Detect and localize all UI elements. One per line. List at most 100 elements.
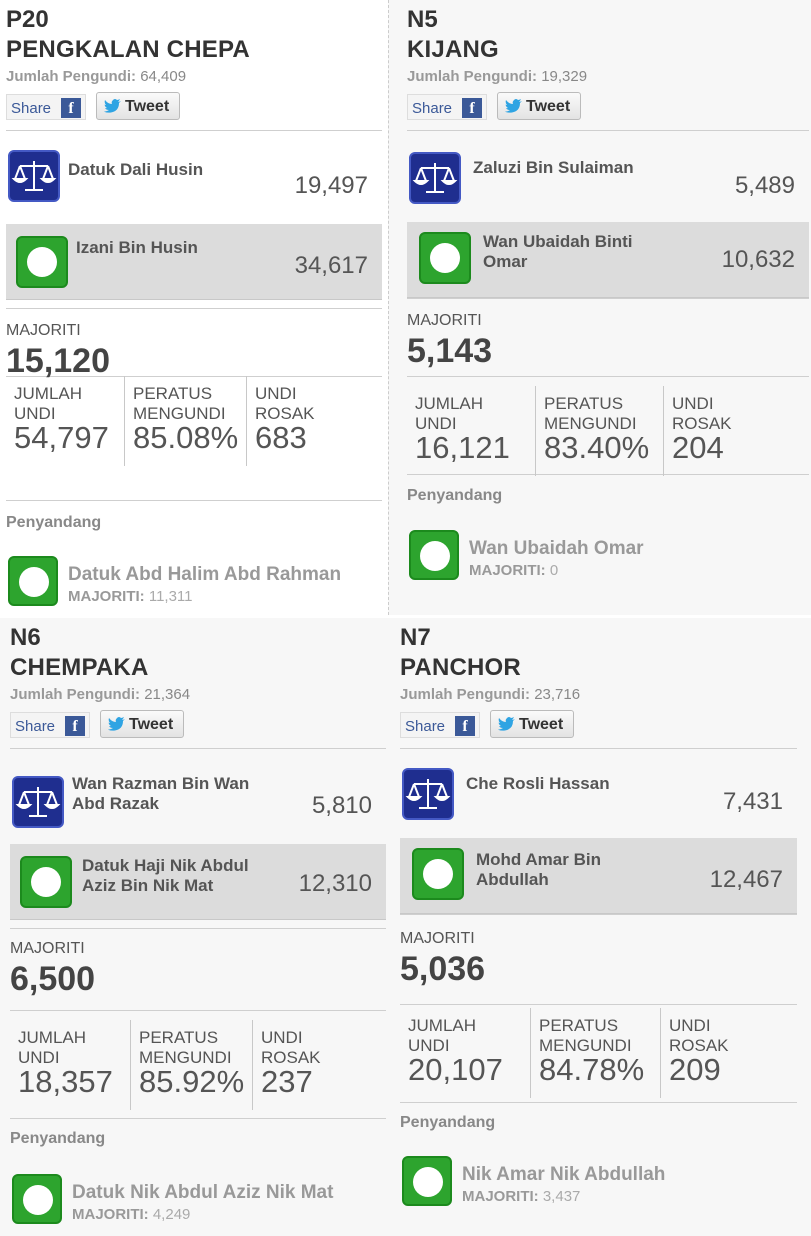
candidate-row: Che Rosli Hassan 7,431 — [400, 758, 797, 834]
candidate-name: Wan Ubaidah Binti Omar — [483, 232, 633, 272]
tweet-button[interactable]: Tweet — [497, 92, 581, 120]
facebook-icon: f — [61, 98, 81, 118]
stat-label-line: JUMLAH — [14, 384, 83, 403]
result-card-n5: N5 KIJANG Jumlah Pengundi: 19,329 Share f Twe… — [388, 0, 811, 615]
tweet-button[interactable]: Tweet — [96, 92, 180, 120]
majority-label: MAJORITI — [6, 322, 81, 339]
stat-label: PERATUS MENGUNDI — [539, 1016, 632, 1056]
candidate-votes: 34,617 — [294, 252, 368, 279]
incumbent-label: Penyandang — [400, 1114, 496, 1131]
stat-label-line: PERATUS — [539, 1016, 619, 1035]
divider — [10, 928, 386, 929]
share-row: Share f Tweet — [400, 710, 600, 740]
pas-moon-logo-icon — [402, 1156, 452, 1206]
winning-candidate-row: Datuk Haji Nik Abdul Aziz Bin Nik Mat 12,3… — [10, 844, 386, 920]
share-label: Share — [15, 718, 56, 735]
incumbent-name: Datuk Nik Abdul Aziz Nik Mat — [72, 1182, 334, 1203]
candidate-name-line: Wan Ubaidah Binti — [483, 232, 633, 251]
twitter-bird-icon — [504, 99, 523, 113]
majority-label: MAJORITI — [407, 312, 482, 329]
stat-value: 683 — [255, 420, 307, 455]
facebook-share-button[interactable]: Share f — [10, 712, 90, 738]
incumbent-label: Penyandang — [10, 1130, 106, 1147]
candidate-votes: 10,632 — [721, 246, 795, 273]
candidate-name: Datuk Dali Husin — [68, 160, 203, 180]
majority-value: 6,500 — [10, 960, 96, 998]
candidate-row: Datuk Dali Husin 19,497 — [6, 140, 382, 216]
stat-percent: PERATUS MENGUNDI 85.08% — [124, 376, 246, 466]
stat-label: UNDI ROSAK — [255, 384, 315, 424]
candidate-name-line: Datuk Haji Nik Abdul — [82, 856, 249, 875]
stat-total: JUMLAH UNDI 54,797 — [6, 376, 124, 466]
stat-value: 54,797 — [14, 420, 109, 455]
constituency-code: P20 — [6, 6, 49, 33]
voters-label: Jumlah Pengundi: — [400, 686, 531, 703]
stat-label: JUMLAH UNDI — [408, 1016, 476, 1056]
candidate-name-line: Abd Razak — [72, 794, 159, 813]
tweet-button[interactable]: Tweet — [490, 710, 574, 738]
stat-label-line: JUMLAH — [415, 394, 484, 413]
divider — [6, 130, 382, 131]
pas-moon-logo-icon — [8, 556, 58, 606]
stat-label-line: PERATUS — [133, 384, 213, 403]
constituency-code: N6 — [10, 624, 41, 651]
pas-moon-logo-icon — [419, 232, 471, 284]
divider — [6, 500, 382, 501]
constituency-code: N5 — [407, 6, 438, 33]
stat-label-line: PERATUS — [544, 394, 624, 413]
divider — [400, 1102, 797, 1103]
stat-label-line: UNDI — [669, 1016, 711, 1035]
facebook-icon: f — [455, 716, 475, 736]
facebook-share-button[interactable]: Share f — [407, 94, 487, 120]
candidate-row: Wan Razman Bin Wan Abd Razak 5,810 — [10, 766, 386, 842]
tweet-label: Tweet — [526, 98, 571, 115]
facebook-icon: f — [462, 98, 482, 118]
constituency-name: KIJANG — [407, 36, 499, 63]
candidate-votes: 5,810 — [311, 792, 372, 819]
stat-label-line: UNDI — [261, 1028, 303, 1047]
incumbent-majority: MAJORITI: 0 — [469, 562, 558, 579]
candidate-name-line: Aziz Bin Nik Mat — [82, 876, 214, 895]
candidate-name-line: Omar — [483, 252, 528, 271]
share-row: Share f Tweet — [10, 710, 210, 740]
majority-value: 5,036 — [400, 950, 486, 988]
stat-total: JUMLAH UNDI 20,107 — [400, 1008, 530, 1098]
divider — [400, 748, 797, 749]
stat-value: 85.92% — [139, 1064, 245, 1099]
candidate-votes: 5,489 — [734, 172, 795, 199]
winning-candidate-row: Wan Ubaidah Binti Omar 10,632 — [407, 222, 809, 298]
voters-label: Jumlah Pengundi: — [407, 68, 538, 85]
share-label: Share — [405, 718, 446, 735]
stat-label-line: PERATUS — [139, 1028, 219, 1047]
candidate-name-line: Mohd Amar Bin — [476, 850, 601, 869]
result-card-p20: P20 PENGKALAN CHEPA Jumlah Pengundi: 64,40… — [0, 0, 388, 615]
incumbent-label: Penyandang — [407, 487, 503, 504]
stat-spoilt: UNDI ROSAK 237 — [252, 1020, 382, 1110]
incumbent-majority-label: MAJORITI: — [469, 562, 546, 579]
twitter-bird-icon — [497, 717, 516, 731]
stat-value: 204 — [672, 430, 724, 465]
facebook-share-button[interactable]: Share f — [6, 94, 86, 120]
incumbent-majority-label: MAJORITI: — [72, 1206, 149, 1223]
divider — [6, 308, 382, 309]
tweet-label: Tweet — [519, 716, 564, 733]
stat-spoilt: UNDI ROSAK 209 — [660, 1008, 790, 1098]
divider — [10, 1118, 386, 1119]
candidate-name-line: Datuk Dali Husin — [68, 160, 204, 179]
candidate-name: Datuk Haji Nik Abdul Aziz Bin Nik Mat — [82, 856, 249, 896]
divider — [407, 298, 809, 299]
facebook-share-button[interactable]: Share f — [400, 712, 480, 738]
tweet-label: Tweet — [129, 716, 174, 733]
stat-label: JUMLAH UNDI — [18, 1028, 86, 1068]
pas-moon-logo-icon — [16, 236, 68, 288]
bn-scales-logo-icon — [402, 768, 454, 820]
stat-value: 237 — [261, 1064, 313, 1099]
winning-candidate-row: Mohd Amar Bin Abdullah 12,467 — [400, 838, 797, 914]
tweet-button[interactable]: Tweet — [100, 710, 184, 738]
candidate-name-line: Che Rosli Hassan — [466, 774, 610, 793]
registered-voters: Jumlah Pengundi: 21,364 — [10, 686, 190, 703]
voters-label: Jumlah Pengundi: — [10, 686, 141, 703]
stat-spoilt: UNDI ROSAK 204 — [663, 386, 793, 476]
stat-value: 20,107 — [408, 1052, 503, 1087]
stat-label: PERATUS MENGUNDI — [133, 384, 226, 424]
